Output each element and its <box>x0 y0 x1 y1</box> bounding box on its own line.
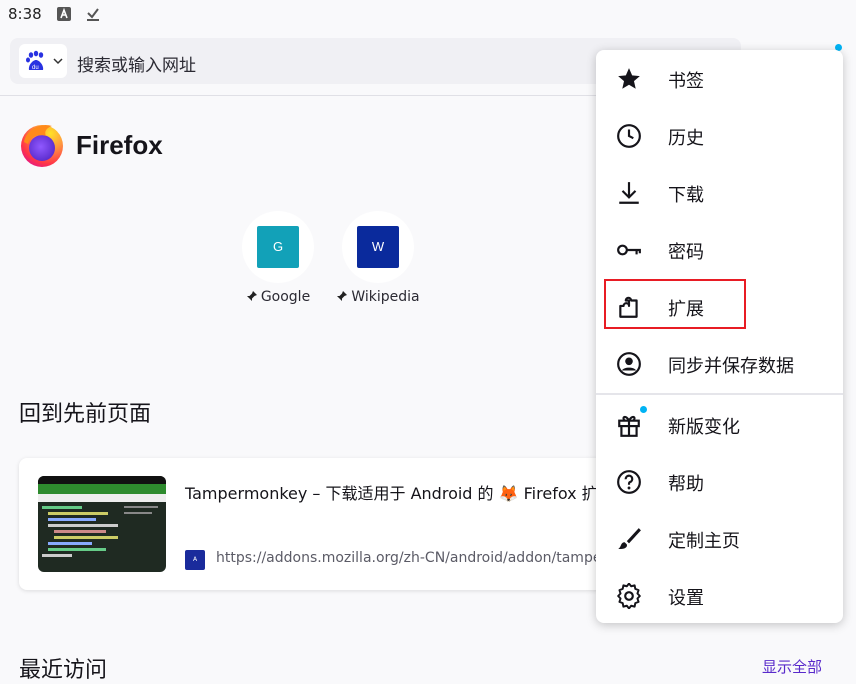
main-menu: 书签 历史 下载 密码 扩展 同步并保存数据 新版变化 帮助 定制主页 设置 <box>596 50 843 623</box>
download-icon <box>619 182 639 204</box>
menu-item-settings[interactable]: 设置 <box>596 567 843 624</box>
top-site-circle: W <box>342 211 414 283</box>
firefox-logo-icon <box>21 124 63 167</box>
menu-item-downloads[interactable]: 下载 <box>596 164 843 221</box>
menu-item-label: 定制主页 <box>668 531 740 552</box>
menu-item-label: 帮助 <box>668 474 704 495</box>
card-title: Tampermonkey – 下载适用于 Android 的 🦊 Firefox… <box>185 484 614 503</box>
account-icon <box>617 352 641 376</box>
jump-back-heading: 回到先前页面 <box>19 402 152 427</box>
help-icon <box>617 470 641 494</box>
whats-new-dot <box>640 406 647 413</box>
top-site-label-text: Google <box>260 289 311 305</box>
menu-item-label: 下载 <box>668 185 704 206</box>
menu-item-sync[interactable]: 同步并保存数据 <box>596 335 843 392</box>
search-engine-selector[interactable]: du <box>19 44 67 78</box>
site-tile: W <box>357 226 399 268</box>
chevron-down-icon <box>53 58 63 65</box>
card-url: https://addons.mozilla.org/zh-CN/android… <box>216 550 639 566</box>
site-tile: G <box>257 226 299 268</box>
key-icon <box>617 244 641 256</box>
menu-item-label: 密码 <box>668 242 704 263</box>
clock-icon <box>617 124 641 148</box>
brand-name: Firefox <box>76 130 163 160</box>
pin-icon <box>246 291 257 301</box>
recent-tab-card[interactable]: Tampermonkey – 下载适用于 Android 的 🦊 Firefox… <box>19 458 639 590</box>
recent-visits-heading: 最近访问 <box>19 658 108 683</box>
top-site-label: Wikipedia <box>322 289 434 305</box>
gear-icon <box>617 583 641 609</box>
menu-item-label: 书签 <box>668 71 704 92</box>
baidu-icon: du <box>26 50 44 71</box>
menu-item-label: 新版变化 <box>668 417 740 438</box>
top-site-circle: G <box>242 211 314 283</box>
menu-item-whats-new[interactable]: 新版变化 <box>596 396 843 453</box>
pin-icon <box>337 291 348 301</box>
menu-item-label: 同步并保存数据 <box>668 356 794 377</box>
status-time: 8:38 <box>8 5 42 23</box>
star-icon <box>618 68 640 89</box>
app-notification-icon <box>57 7 71 21</box>
toolbar-divider <box>0 95 596 96</box>
menu-item-label: 历史 <box>668 128 704 149</box>
menu-item-help[interactable]: 帮助 <box>596 453 843 510</box>
menu-item-customize-home[interactable]: 定制主页 <box>596 510 843 567</box>
show-all-link[interactable]: 显示全部 <box>762 656 822 677</box>
menu-item-passwords[interactable]: 密码 <box>596 221 843 278</box>
svg-text:du: du <box>32 65 39 71</box>
top-site-label: Google <box>222 289 334 305</box>
top-site-label-text: Wikipedia <box>351 289 420 305</box>
url-placeholder[interactable]: 搜索或输入网址 <box>77 51 196 76</box>
status-bar: 8:38 <box>0 0 856 30</box>
site-favicon: A <box>185 550 205 570</box>
gift-icon <box>618 415 640 437</box>
menu-item-label: 设置 <box>668 588 704 609</box>
annotation-highlight-box <box>604 279 746 329</box>
menu-item-bookmarks[interactable]: 书签 <box>596 50 843 107</box>
download-done-icon <box>87 8 99 21</box>
page-thumbnail <box>38 476 166 572</box>
menu-divider <box>596 393 843 395</box>
brush-icon <box>618 528 641 550</box>
menu-item-history[interactable]: 历史 <box>596 107 843 164</box>
